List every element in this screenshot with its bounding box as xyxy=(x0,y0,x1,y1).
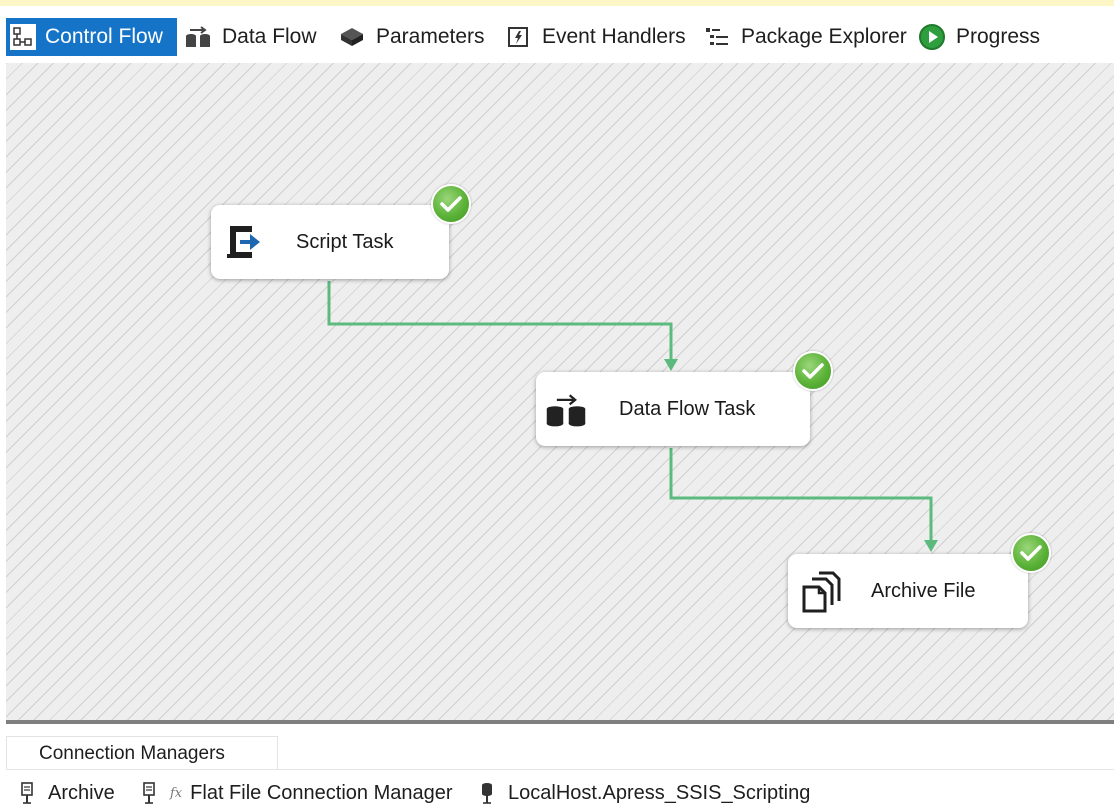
package-explorer-icon xyxy=(702,22,732,52)
connection-manager-archive[interactable]: Archive xyxy=(18,780,115,806)
script-task-icon xyxy=(222,220,266,264)
connection-managers-tab[interactable]: Connection Managers xyxy=(6,736,278,770)
designer-tab-bar: Control Flow Data Flow Parameters Event … xyxy=(0,6,1114,63)
data-flow-task-icon xyxy=(544,387,588,431)
connection-manager-label: LocalHost.Apress_SSIS_Scripting xyxy=(508,781,811,804)
connection-manager-label: Archive xyxy=(48,781,115,804)
parameters-icon xyxy=(337,22,367,52)
connection-manager-flat-file[interactable]: fx Flat File Connection Manager xyxy=(140,780,453,806)
success-check-icon xyxy=(793,351,833,391)
task-label: Archive File xyxy=(871,579,976,602)
archive-file-task[interactable]: Archive File xyxy=(788,554,1028,628)
success-check-icon xyxy=(1011,533,1051,573)
control-flow-icon xyxy=(10,24,36,50)
task-label: Data Flow Task xyxy=(619,397,756,420)
success-check-icon xyxy=(431,184,471,224)
file-connection-icon xyxy=(18,781,36,805)
database-connection-icon xyxy=(478,781,496,805)
tab-label: Control Flow xyxy=(45,25,163,48)
connection-managers-label: Connection Managers xyxy=(39,742,225,764)
tab-label: Data Flow xyxy=(222,25,317,48)
tab-label: Package Explorer xyxy=(741,25,907,48)
connection-manager-localhost[interactable]: LocalHost.Apress_SSIS_Scripting xyxy=(478,780,810,806)
progress-icon xyxy=(917,22,947,52)
tab-data-flow[interactable]: Data Flow xyxy=(183,18,317,56)
tab-label: Parameters xyxy=(376,25,485,48)
design-surface-border xyxy=(6,720,1114,724)
flat-file-connection-icon xyxy=(140,781,158,805)
expression-fx-icon: fx xyxy=(170,785,183,801)
file-system-task-icon xyxy=(799,569,843,613)
data-flow-task[interactable]: Data Flow Task xyxy=(536,372,810,446)
data-flow-icon xyxy=(183,22,213,52)
tab-event-handlers[interactable]: Event Handlers xyxy=(503,18,686,56)
script-task[interactable]: Script Task xyxy=(211,205,449,279)
tab-label: Event Handlers xyxy=(542,25,686,48)
tab-package-explorer[interactable]: Package Explorer xyxy=(702,18,907,56)
connection-manager-label: Flat File Connection Manager xyxy=(190,781,453,804)
tab-progress[interactable]: Progress xyxy=(917,18,1040,56)
tab-label: Progress xyxy=(956,25,1041,48)
task-label: Script Task xyxy=(296,230,394,253)
connection-managers-divider xyxy=(6,769,1114,770)
tab-parameters[interactable]: Parameters xyxy=(337,18,485,56)
tab-control-flow[interactable]: Control Flow xyxy=(6,18,177,56)
event-handlers-icon xyxy=(503,22,533,52)
